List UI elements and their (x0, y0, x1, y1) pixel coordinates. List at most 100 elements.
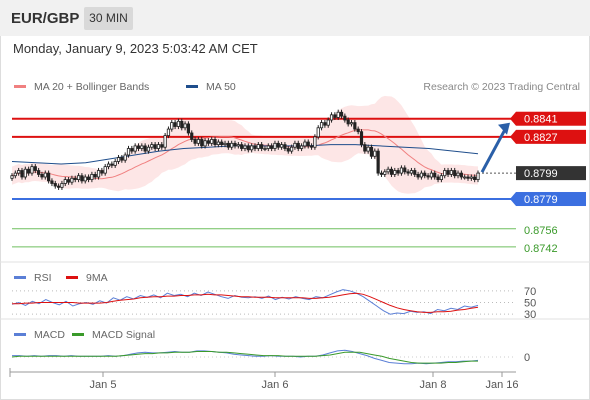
candle-body (369, 146, 374, 157)
candle-body (17, 170, 21, 174)
candle-body (150, 144, 154, 148)
candle-body (213, 139, 217, 146)
candle-body (383, 171, 387, 175)
candle-body (226, 142, 230, 148)
candle-body (126, 148, 131, 156)
candle-body (180, 120, 184, 129)
candle-body (60, 183, 64, 188)
candle-body (76, 175, 81, 180)
legend-label-0: RSI (34, 272, 52, 284)
candle-body (309, 145, 314, 148)
candle-body (106, 163, 111, 168)
rsi-tick-50: 50 (524, 298, 536, 310)
projection-arrow-shaft (480, 127, 508, 173)
candle-body (50, 180, 54, 184)
legend-label-0: MACD (34, 329, 65, 341)
candle-body (276, 142, 280, 148)
candle-body (186, 123, 191, 134)
candle-body (319, 122, 324, 129)
level-label-resistance-0: 0.8841 (524, 114, 558, 126)
candle-body (439, 175, 443, 180)
candle-body (223, 142, 227, 146)
candle-body (153, 144, 157, 149)
candle-body (366, 146, 370, 152)
level-label-target-5: 0.8742 (524, 243, 558, 255)
candle-body (436, 176, 440, 180)
candle-body (293, 142, 297, 148)
candle-body (133, 145, 137, 152)
candle-body (333, 114, 337, 118)
candle-body (96, 170, 101, 178)
candle-body (273, 142, 277, 149)
candle-body (110, 163, 114, 166)
candle-body (303, 141, 307, 147)
level-label-pointer-0 (510, 111, 516, 126)
candle-body (349, 122, 354, 125)
candle-body (130, 148, 134, 152)
chart-canvas: 0.8841 0.8827 0.8799 0.8779 0.8756 0.8742 705… (0, 81, 590, 391)
candle-body (299, 145, 304, 149)
candle-body (286, 148, 290, 152)
candle-body (143, 145, 147, 152)
candle-body (463, 176, 467, 179)
candle-body (250, 145, 254, 151)
candle-body (100, 170, 104, 174)
candle-body (473, 176, 477, 180)
candle-body (389, 168, 394, 175)
candle-body (416, 174, 420, 178)
candle-body (453, 170, 457, 177)
candle-body (20, 170, 24, 178)
candle-body (63, 179, 67, 184)
candle-body (313, 136, 317, 148)
candle-body (443, 170, 447, 177)
candle-body (446, 170, 450, 175)
candle-body (379, 172, 384, 175)
level-label-last-2: 0.8799 (524, 168, 558, 180)
candle-body (253, 145, 257, 149)
candle-body (419, 172, 424, 178)
legend-swatch-1 (66, 276, 78, 279)
candle-body (243, 145, 247, 149)
candle-body (160, 144, 164, 148)
legend-swatch-1 (72, 333, 84, 336)
candle-body (27, 168, 31, 174)
credit-text: Research © 2023 Trading Central (423, 81, 580, 93)
candle-body (396, 170, 400, 174)
candle-body (283, 144, 287, 149)
candle-body (423, 172, 427, 177)
candle-body (37, 170, 41, 175)
x-tick-label-2: Jan 8 (420, 379, 447, 391)
candle-body (90, 174, 94, 180)
candle-body (47, 172, 51, 182)
candle-body (363, 144, 367, 152)
candle-body (346, 119, 350, 125)
candle-body (13, 172, 17, 177)
candle-body (466, 176, 470, 179)
candle-body (163, 135, 167, 148)
candle-body (33, 166, 37, 171)
candle-body (173, 122, 177, 127)
candle-body (53, 183, 57, 187)
candle-body (40, 174, 44, 178)
candle-body (166, 128, 171, 136)
legend-label-1: MA 50 (206, 81, 236, 93)
candle-body (193, 139, 197, 144)
candle-body (280, 144, 284, 148)
x-tick-label-0: Jan 5 (90, 379, 117, 391)
legend-swatch-0 (14, 276, 26, 279)
candle-body (206, 140, 210, 144)
candle-body (210, 139, 214, 144)
level-label-pointer-1 (510, 129, 516, 144)
candle-body (146, 146, 151, 152)
macd-panel: 0 (0, 318, 590, 365)
candle-body (120, 157, 124, 161)
candle-body (236, 144, 240, 147)
candle-body (86, 176, 91, 180)
legend-swatch-1 (186, 85, 198, 88)
candle-body (246, 145, 250, 151)
candle-body (306, 141, 310, 147)
legend-label-1: 9MA (86, 272, 108, 284)
level-label-target-4: 0.8756 (524, 225, 558, 237)
candle-body (10, 175, 14, 179)
candle-body (289, 146, 294, 152)
